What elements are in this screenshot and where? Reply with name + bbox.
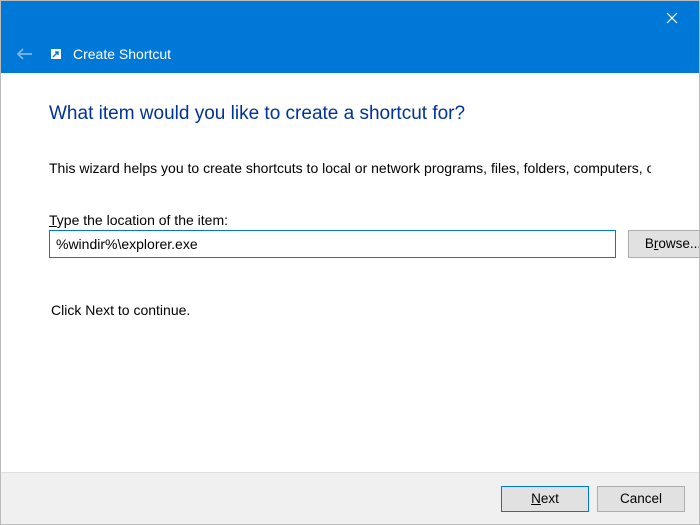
window-title: Create Shortcut	[73, 46, 171, 62]
close-icon	[666, 12, 678, 24]
location-row: Browse...	[49, 230, 651, 258]
cancel-button[interactable]: Cancel	[597, 486, 685, 512]
wizard-window: Create Shortcut What item would you like…	[0, 0, 700, 525]
back-button[interactable]	[11, 40, 39, 68]
page-heading: What item would you like to create a sho…	[49, 103, 651, 125]
location-input[interactable]	[49, 230, 616, 258]
browse-button[interactable]: Browse...	[628, 230, 699, 258]
continue-text: Click Next to continue.	[49, 302, 651, 318]
shortcut-icon	[49, 47, 63, 61]
arrow-left-icon	[15, 44, 35, 64]
title-bar	[1, 1, 699, 35]
location-label: Type the location of the item:	[49, 212, 651, 228]
content-area: What item would you like to create a sho…	[1, 73, 699, 472]
footer-bar: Next Cancel	[1, 472, 699, 524]
close-button[interactable]	[649, 1, 695, 35]
wizard-description: This wizard helps you to create shortcut…	[49, 159, 651, 178]
next-button[interactable]: Next	[501, 486, 589, 512]
header-bar: Create Shortcut	[1, 35, 699, 73]
